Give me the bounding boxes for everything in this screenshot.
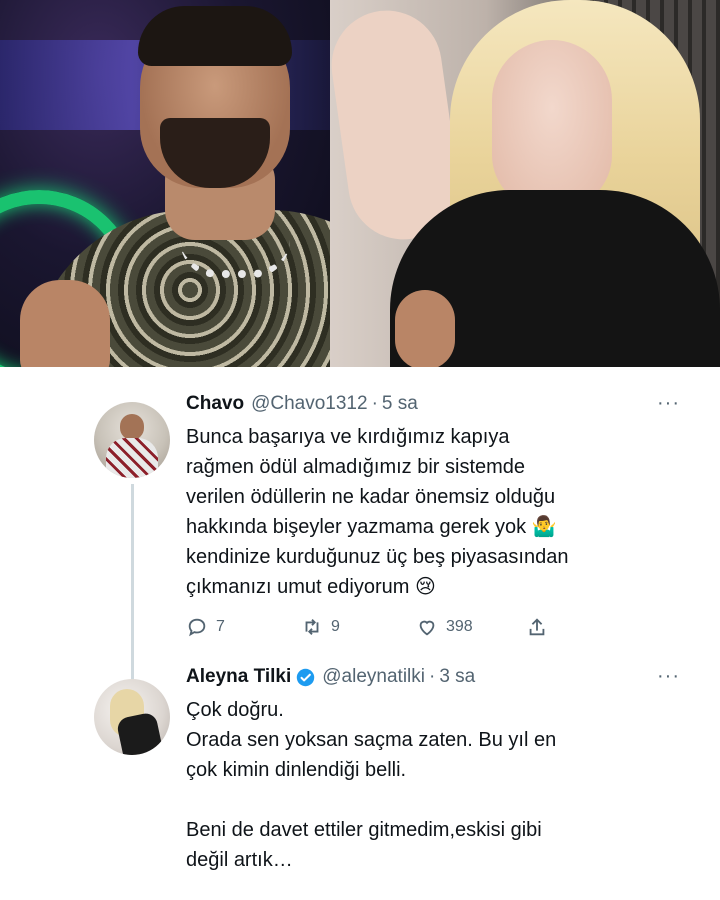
avatar[interactable]: [94, 679, 170, 755]
reply-icon: [188, 618, 206, 637]
display-name[interactable]: Chavo: [186, 392, 244, 416]
timestamp[interactable]: 3 sa: [439, 665, 475, 689]
avatar[interactable]: [94, 402, 170, 478]
verified-badge-icon: [297, 668, 315, 686]
share-button[interactable]: [526, 616, 556, 638]
like-icon: [419, 620, 435, 636]
tweet-header: Chavo @Chavo1312 · 5 sa: [186, 392, 680, 416]
reply-button[interactable]: 7: [186, 616, 301, 638]
tweet-header: Aleyna Tilki @aleynatilki · 3 sa: [186, 665, 680, 689]
header-photo-collage: [0, 0, 720, 367]
user-handle[interactable]: @aleynatilki: [322, 665, 425, 689]
reply-count: 7: [216, 618, 225, 635]
display-name[interactable]: Aleyna Tilki: [186, 665, 291, 689]
photo-chavo: [0, 0, 330, 367]
thread-connector-line: [131, 484, 134, 704]
timestamp[interactable]: 5 sa: [382, 392, 418, 416]
tweet-text: Bunca başarıya ve kırdığımız kapıya rağm…: [186, 426, 569, 598]
like-button[interactable]: 398: [416, 616, 526, 638]
separator: ·: [428, 666, 436, 687]
tweet-body: Chavo @Chavo1312 · 5 sa ··· Bunca başarı…: [186, 392, 680, 602]
tweet-actions: 7 9 398: [186, 616, 556, 638]
share-icon: [529, 618, 545, 636]
tweet-text: Çok doğru. Orada sen yoksan saçma zaten.…: [186, 699, 557, 871]
more-icon[interactable]: ···: [657, 392, 680, 415]
user-handle[interactable]: @Chavo1312: [251, 392, 367, 416]
retweet-icon: [305, 619, 319, 635]
like-count: 398: [446, 618, 473, 635]
separator: ·: [371, 393, 378, 414]
retweet-count: 9: [331, 618, 340, 635]
tweet-body: Aleyna Tilki @aleynatilki · 3 sa ··· Çok…: [186, 665, 680, 875]
retweet-button[interactable]: 9: [301, 616, 416, 638]
more-icon[interactable]: ···: [657, 665, 680, 688]
